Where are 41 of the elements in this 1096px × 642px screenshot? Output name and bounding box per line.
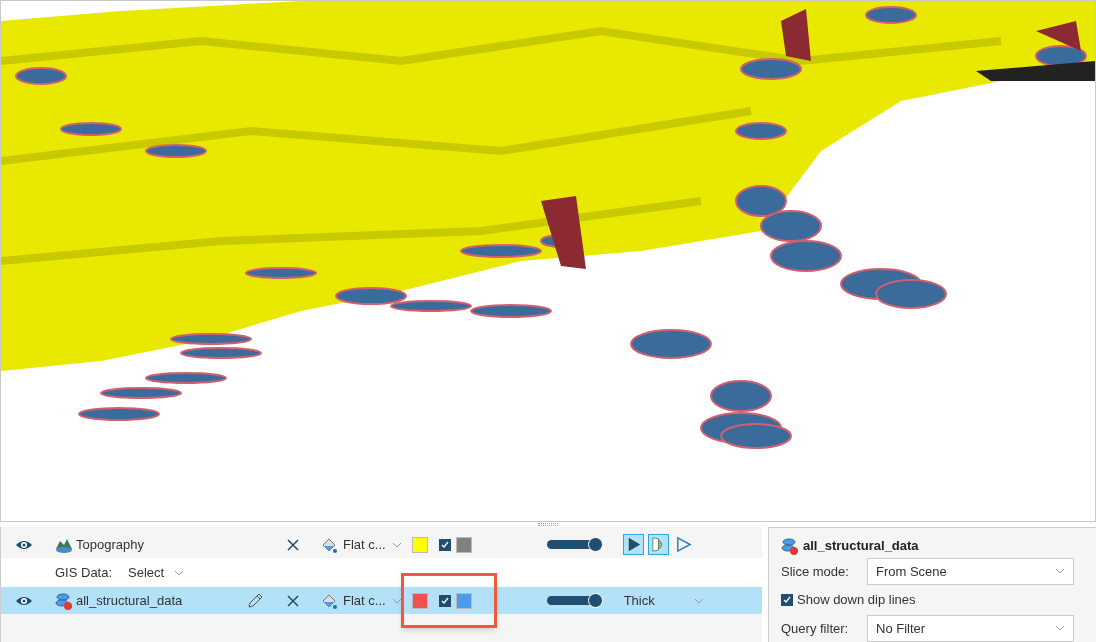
close-icon[interactable]	[287, 538, 299, 551]
properties-title: all_structural_data	[803, 537, 919, 556]
pencil-icon[interactable]	[247, 592, 263, 609]
field-label: Query filter:	[781, 619, 850, 638]
color-swatch[interactable]	[411, 592, 428, 609]
color-swatch[interactable]	[455, 536, 472, 553]
field-label: Slice mode:	[781, 562, 850, 581]
checkbox[interactable]	[438, 538, 451, 551]
close-icon[interactable]	[287, 594, 299, 607]
query-filter-dropdown[interactable]: No Filter	[867, 614, 1074, 642]
chevron-icon	[1055, 568, 1065, 575]
chevron-icon	[1055, 625, 1065, 632]
eye-icon[interactable]	[15, 594, 33, 607]
checkbox[interactable]	[438, 594, 451, 607]
paint-bucket-icon	[321, 536, 337, 553]
opacity-slider[interactable]	[546, 592, 603, 609]
structural-data-warning-icon	[781, 536, 799, 555]
slice-mode-dropdown[interactable]: From Scene	[867, 557, 1074, 585]
color-swatch[interactable]	[455, 592, 472, 609]
color-mode-dropdown[interactable]: Flat c...	[313, 534, 402, 555]
layer-row[interactable]: Topography Flat c...	[1, 531, 762, 558]
opacity-slider[interactable]	[546, 536, 603, 553]
play-button[interactable]	[622, 534, 644, 555]
checkbox[interactable]	[781, 593, 793, 606]
layer-name: all_structural_data	[76, 591, 183, 610]
line-style-dropdown[interactable]: Thick	[623, 590, 704, 611]
half-shape-button[interactable]	[647, 534, 669, 555]
splitter-handle[interactable]	[538, 523, 558, 526]
chevron-icon	[693, 597, 704, 604]
layer-name: Topography	[76, 535, 144, 554]
chevron-icon	[391, 541, 402, 548]
color-mode-dropdown[interactable]: Flat c...	[313, 590, 402, 611]
eye-icon[interactable]	[15, 538, 33, 551]
gis-data-label: GIS Data:	[55, 563, 113, 582]
color-swatch[interactable]	[411, 536, 428, 553]
layer-row[interactable]: all_structural_data Flat c... Thick	[1, 587, 762, 614]
paint-bucket-icon	[321, 592, 337, 609]
checkbox-label: Show down dip lines	[797, 591, 916, 610]
chevron-icon	[391, 597, 402, 604]
chevron-icon	[174, 569, 185, 576]
gis-data-dropdown[interactable]: Select	[128, 562, 185, 583]
